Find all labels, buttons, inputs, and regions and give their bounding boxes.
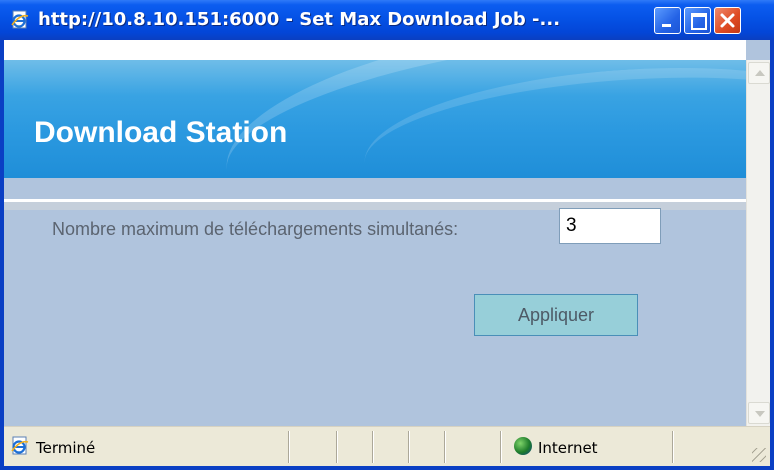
- vertical-scrollbar[interactable]: [746, 60, 770, 426]
- page-title: Download Station: [34, 116, 288, 149]
- status-divider: [408, 431, 409, 463]
- max-downloads-label: Nombre maximum de téléchargements simult…: [52, 219, 459, 239]
- header-banner: Download Station: [4, 60, 746, 178]
- scroll-up-button[interactable]: [748, 62, 770, 84]
- maximize-button[interactable]: [684, 7, 711, 34]
- ie-page-icon: [11, 10, 29, 29]
- status-divider: [336, 431, 337, 463]
- resize-grip[interactable]: [752, 448, 766, 462]
- window-title: http://10.8.10.151:6000 - Set Max Downlo…: [38, 9, 561, 30]
- status-divider: [500, 431, 501, 463]
- chevron-up-icon: [755, 70, 765, 76]
- globe-icon: [514, 437, 532, 455]
- security-zone: Internet: [538, 439, 598, 457]
- page-content: Download Station Nombre maximum de téléc…: [4, 40, 770, 426]
- minimize-button[interactable]: [654, 7, 681, 34]
- status-bar: Terminé Internet: [4, 426, 770, 466]
- browser-popup-window: http://10.8.10.151:6000 - Set Max Downlo…: [0, 0, 774, 470]
- chevron-down-icon: [755, 411, 765, 417]
- close-icon: [720, 13, 735, 28]
- ie-page-icon: [11, 436, 29, 455]
- scroll-down-button[interactable]: [748, 402, 770, 424]
- status-divider: [372, 431, 373, 463]
- close-button[interactable]: [714, 7, 741, 34]
- apply-button[interactable]: Appliquer: [474, 294, 638, 336]
- max-downloads-input[interactable]: [559, 208, 661, 244]
- status-divider: [444, 431, 445, 463]
- status-divider: [672, 431, 673, 463]
- banner-top-strip: [4, 40, 746, 62]
- status-divider: [288, 431, 289, 463]
- status-text: Terminé: [36, 439, 96, 457]
- title-bar[interactable]: http://10.8.10.151:6000 - Set Max Downlo…: [0, 0, 774, 40]
